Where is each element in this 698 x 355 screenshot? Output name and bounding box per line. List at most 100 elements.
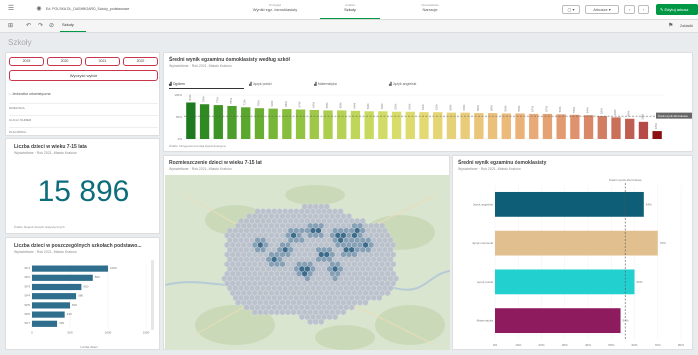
- bar-value-label: 77%: [215, 97, 219, 103]
- nav-item-overview[interactable]: Przegląd Wyniki egz. ósmoklasisty: [240, 3, 310, 12]
- hexbin-cell: [290, 308, 297, 316]
- map-panel[interactable]: Rozmieszczenie dzieci w wieku 7-15 lat W…: [163, 155, 450, 350]
- x-tick-label: 80%: [678, 343, 684, 347]
- bar: [487, 113, 498, 139]
- bar: [213, 105, 223, 139]
- x-axis-title: Liczba dzieci: [80, 345, 98, 349]
- school-results-panel[interactable]: Średni wynik egzaminu ósmoklasisty wedłu…: [163, 52, 693, 152]
- x-tick-label: 40%: [585, 343, 591, 347]
- bookmark-icon[interactable]: ⚑: [668, 22, 673, 29]
- bar-value-label: 330: [59, 321, 64, 325]
- y-tick-label: 50%: [176, 115, 182, 119]
- tab-english[interactable]: ▟ Język angielski: [389, 79, 449, 89]
- bar-value-label: 79%: [202, 96, 206, 102]
- bar-value-label: 65%: [325, 102, 329, 108]
- filter-item-urban-unit[interactable]: ⌕ Jednostka urbanistyczna: [9, 89, 158, 99]
- tab-polish[interactable]: ▟ Język polski: [249, 79, 309, 89]
- bookmark-button[interactable]: ▢ ▾: [562, 5, 580, 14]
- terrain-area: [375, 305, 445, 345]
- filter-item-district[interactable]: DZIELNICA: [9, 103, 158, 112]
- menu-icon[interactable]: ☰: [7, 5, 15, 13]
- exam-average-panel[interactable]: Średni wynik egzaminu ósmoklasisty Wyświ…: [452, 155, 693, 350]
- bar-value-label: 800: [95, 275, 100, 279]
- child-distribution-map[interactable]: [165, 175, 450, 350]
- bar-value-label: 500: [72, 303, 77, 307]
- bar: [474, 113, 484, 139]
- bar: [556, 114, 566, 139]
- pencil-icon: ✎: [660, 7, 664, 12]
- category-label: SP6: [24, 312, 30, 316]
- clear-selection-label: Wyczyść wybór: [69, 73, 98, 78]
- school-results-title: Średni wynik egzaminu ósmoklasisty wedłu…: [169, 57, 290, 63]
- year-button-2020[interactable]: 2020: [47, 57, 82, 66]
- bar: [542, 113, 553, 139]
- bar-value-label: 62%: [394, 103, 398, 109]
- bar-value-label: 70%: [660, 241, 666, 245]
- sheets-button[interactable]: Arkusze ▾: [585, 5, 619, 14]
- category-label: Język niemiecki: [472, 241, 493, 245]
- selections-tool-icon[interactable]: ⊞: [8, 22, 13, 29]
- school-children-title: Liczba dzieci w poszczególnych szkołach …: [14, 243, 142, 249]
- bar-value-label: 64%: [646, 202, 652, 206]
- tab-math[interactable]: ▟ Matematyka: [314, 79, 374, 89]
- bar: [323, 110, 333, 139]
- clear-icon[interactable]: ⊘: [49, 22, 54, 29]
- category-label: Język polski: [477, 280, 494, 284]
- filter-item-label: DZIELNICA: [9, 106, 25, 110]
- filter-item-label: Jednostka urbanistyczna: [11, 92, 51, 96]
- hexbin-cell: [235, 299, 242, 307]
- hexbin-cell: [362, 299, 369, 307]
- selection-tab[interactable]: Szkoły: [60, 21, 86, 32]
- edit-sheet-label: Edytuj arkusz: [664, 7, 689, 12]
- clear-selection-button[interactable]: Wyczyść wybór: [9, 70, 158, 81]
- nav-item-analysis[interactable]: Analiza Szkoły: [320, 3, 380, 19]
- filter-item-label: ULICA I NUMER: [9, 118, 32, 122]
- bar: [32, 283, 82, 291]
- chevron-left-icon: ‹: [628, 7, 631, 12]
- x-tick-label: 1000: [105, 330, 112, 334]
- exam-average-chart: 0% 10% 20% 30% 40% 50% 60% 70% 80% Język angielsk…: [472, 177, 684, 347]
- next-sheet-button[interactable]: ›: [638, 5, 649, 14]
- filter-item-school[interactable]: PLACÓWKA: [9, 127, 158, 136]
- bar: [350, 110, 361, 139]
- prev-sheet-button[interactable]: ‹: [624, 5, 635, 14]
- bar-value-label: 61%: [421, 104, 425, 110]
- app-name[interactable]: Ed. POLSKA DL_DASHBOARD_Szkoly_podstawow…: [46, 7, 129, 11]
- school-children-panel[interactable]: Liczba dzieci w poszczególnych szkołach …: [5, 237, 160, 350]
- reference-label: Średni wynik dla Kraków: [609, 177, 643, 182]
- hexbin-cell: [340, 308, 347, 316]
- forward-icon[interactable]: ↷: [38, 22, 43, 29]
- bar-value-label: 52%: [599, 108, 603, 114]
- year-button-2019[interactable]: 2019: [9, 57, 44, 66]
- bar: [611, 117, 621, 139]
- x-tick-label: 0: [31, 330, 33, 334]
- bar-value-label: 72%: [243, 99, 247, 105]
- kpi-panel[interactable]: Liczba dzieci w wieku 7-15 lata Wyświetl…: [5, 138, 160, 234]
- search-icon: ⌕: [9, 92, 11, 96]
- school-children-subtitle: Wyświetlane · Rok 2021, Miasto Kraków: [14, 250, 77, 254]
- x-tick-label: 50%: [608, 343, 614, 347]
- terrain-area: [285, 185, 345, 205]
- tab-label: Ogółem: [172, 82, 185, 86]
- category-label: Język angielski: [473, 202, 494, 206]
- filter-item-label: PLACÓWKA: [9, 130, 27, 134]
- x-tick-label: 70%: [655, 343, 661, 347]
- hexbin-cell: [279, 308, 286, 316]
- bar-value-label: 59%: [490, 105, 494, 111]
- bar: [32, 265, 108, 272]
- bar-value-label: 55%: [572, 106, 576, 112]
- nav-item-storytelling[interactable]: Opowiadanie Narracje: [400, 3, 460, 12]
- bar-value-label: 66%: [311, 102, 315, 108]
- filter-item-street[interactable]: ULICA I NUMER: [9, 115, 158, 124]
- kpi-title: Liczba dzieci w wieku 7-15 lata: [14, 144, 87, 150]
- year-label: 2020: [60, 59, 69, 63]
- tab-overall[interactable]: ▟ Ogółem: [169, 79, 244, 89]
- bar-value-label: 430: [67, 312, 72, 316]
- hexbin-cell: [298, 313, 305, 321]
- year-button-2021[interactable]: 2021: [85, 57, 120, 66]
- back-icon[interactable]: ↶: [26, 22, 31, 29]
- year-label: 2022: [136, 59, 145, 63]
- year-button-2022[interactable]: 2022: [123, 57, 158, 66]
- edit-sheet-button[interactable]: ✎ Edytuj arkusz: [656, 4, 698, 15]
- top-bar: ☰ ◉ Ed. POLSKA DL_DASHBOARD_Szkoly_podst…: [0, 0, 698, 20]
